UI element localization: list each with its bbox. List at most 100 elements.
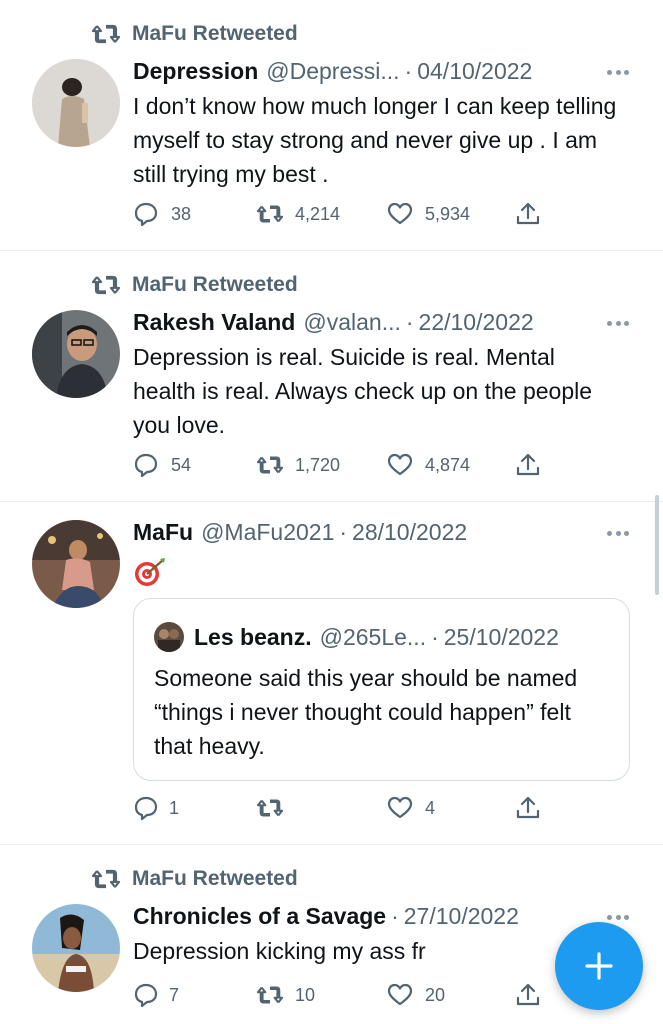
reply-count: 7 [169,984,180,1005]
like-count: 4,874 [425,454,471,475]
share-button[interactable] [515,980,541,1010]
retweet-context: MaFu Retweeted [92,19,298,49]
tweet-date[interactable]: 22/10/2022 [419,309,534,336]
quoted-author-handle: @265Le... [319,623,427,650]
like-button[interactable]: 4,874 [387,450,470,480]
share-icon [516,453,540,476]
tweet[interactable]: MaFu Retweeted Depression @Depressi... ·… [0,0,663,251]
share-button[interactable] [515,450,541,480]
more-icon[interactable] [607,529,629,537]
retweet-context-label: MaFu Retweeted [132,22,298,45]
share-icon [516,983,540,1006]
reply-button[interactable]: 54 [133,450,191,480]
retweet-icon [257,456,283,474]
author-name[interactable]: Rakesh Valand [133,309,295,336]
tweet[interactable]: MaFu @MaFu2021 · 28/10/2022 Les beanz. @… [0,502,663,845]
like-button[interactable]: 4 [387,793,435,823]
tweet-actions: 7 10 20 [133,980,553,1010]
tweet-header: Depression @Depressi... · 04/10/2022 [133,55,633,87]
retweet-icon [257,986,283,1004]
reply-icon [134,796,158,821]
reply-icon [134,983,158,1008]
retweet-icon [257,799,283,817]
reply-icon [134,202,158,227]
direct-hit-emoji [133,556,167,590]
heart-icon [387,202,413,225]
retweet-context: MaFu Retweeted [92,864,298,894]
separator-dot: · [404,57,413,84]
tweet[interactable]: MaFu Retweeted Chronicles of a Savage · … [0,845,663,1024]
tweet-date[interactable]: 04/10/2022 [417,58,532,85]
avatar[interactable] [32,310,120,398]
author-name[interactable]: Chronicles of a Savage [133,903,386,930]
reply-count: 1 [169,797,180,818]
tweet-header: Chronicles of a Savage · 27/10/2022 [133,900,633,932]
quoted-tweet[interactable]: Les beanz. @265Le... · 25/10/2022 Someon… [133,598,630,781]
retweet-context-label: MaFu Retweeted [132,273,298,296]
heart-icon [387,796,413,819]
like-count: 20 [425,984,446,1005]
retweet-count: 1,720 [295,454,341,475]
compose-tweet-button[interactable] [555,922,643,1010]
reply-icon [134,453,158,478]
separator-dot: · [405,308,414,335]
like-button[interactable]: 20 [387,980,445,1010]
tweet-actions: 54 1,720 4,874 [133,450,553,480]
reply-count: 38 [171,203,192,224]
tweet-date[interactable]: 28/10/2022 [352,519,467,546]
avatar[interactable] [32,520,120,608]
retweet-icon [92,24,120,44]
avatar[interactable] [32,904,120,992]
separator-dot: · [431,623,439,650]
tweet-header: MaFu @MaFu2021 · 28/10/2022 [133,516,633,548]
tweet-text: I don’t know how much longer I can keep … [133,93,617,187]
like-button[interactable]: 5,934 [387,199,470,229]
heart-icon [387,983,413,1006]
tweet-actions: 1 4 [133,793,553,823]
retweet-button[interactable]: 1,720 [257,450,340,480]
retweet-context: MaFu Retweeted [92,270,298,300]
author-name[interactable]: Depression [133,58,258,85]
author-handle[interactable]: @MaFu2021 [201,519,334,546]
reply-button[interactable]: 38 [133,199,191,229]
timeline-feed[interactable]: MaFu Retweeted Depression @Depressi... ·… [0,0,663,1024]
reply-button[interactable]: 7 [133,980,179,1010]
share-icon [516,202,540,225]
quoted-tweet-text: Someone said this year should be named “… [154,665,578,759]
like-count: 5,934 [425,203,471,224]
author-handle[interactable]: @valan... [303,309,401,336]
share-button[interactable] [515,793,541,823]
like-count: 4 [425,797,436,818]
heart-icon [387,453,413,476]
more-icon[interactable] [607,319,629,327]
share-button[interactable] [515,199,541,229]
tweet[interactable]: MaFu Retweeted Rakesh Valand @valan... ·… [0,251,663,502]
retweet-icon [92,869,120,889]
retweet-context-label: MaFu Retweeted [132,867,298,890]
quoted-tweet-header: Les beanz. @265Le... · 25/10/2022 [154,621,559,653]
scrollbar[interactable] [655,495,659,595]
tweet-text: Depression kicking my ass fr [133,938,426,964]
retweet-icon [92,275,120,295]
separator-dot: · [391,902,399,929]
separator-dot: · [339,518,348,545]
author-handle[interactable]: @Depressi... [266,58,399,85]
retweet-button[interactable] [257,793,295,823]
author-name[interactable]: MaFu [133,519,193,546]
plus-icon [585,952,613,980]
avatar[interactable] [32,59,120,147]
quoted-tweet-date: 25/10/2022 [443,623,559,650]
quoted-author-name: Les beanz. [194,623,312,650]
quoted-avatar [154,622,184,652]
tweet-header: Rakesh Valand @valan... · 22/10/2022 [133,306,633,338]
more-icon[interactable] [607,68,629,76]
reply-button[interactable]: 1 [133,793,179,823]
retweet-button[interactable]: 10 [257,980,315,1010]
more-icon[interactable] [607,913,629,921]
tweet-date[interactable]: 27/10/2022 [404,903,519,930]
share-icon [516,796,540,819]
tweet-text: Depression is real. Suicide is real. Men… [133,344,593,438]
retweet-count: 10 [295,984,316,1005]
retweet-button[interactable]: 4,214 [257,199,340,229]
retweet-icon [257,205,283,223]
